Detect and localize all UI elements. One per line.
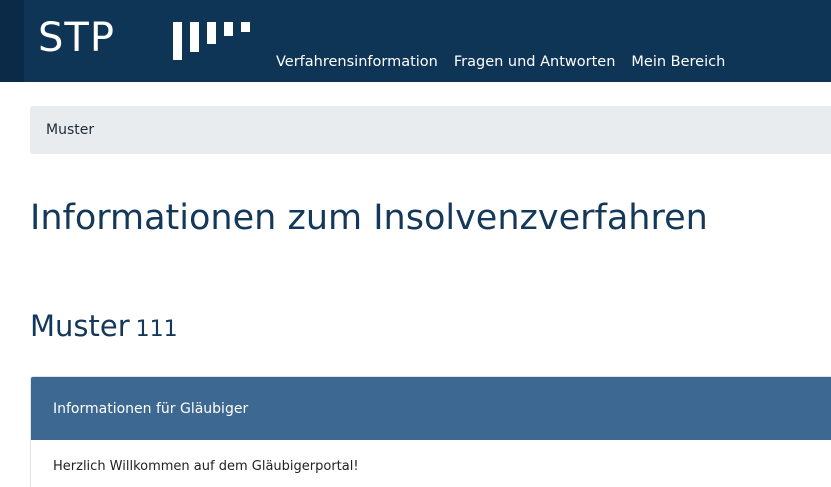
header-edge-decoration	[0, 0, 24, 82]
nav-item-mein-bereich[interactable]: Mein Bereich	[631, 52, 725, 74]
case-heading: Muster 111	[30, 307, 178, 349]
case-number: 111	[135, 317, 178, 342]
card-welcome-text: Herzlich Willkommen auf dem Gläubigerpor…	[53, 459, 359, 474]
case-name: Muster	[30, 309, 130, 343]
creditor-info-card: Informationen für Gläubiger Herzlich Wil…	[30, 376, 831, 487]
main-navigation: Verfahrensinformation Fragen und Antwort…	[276, 52, 741, 74]
page-title: Informationen zum Insolvenzverfahren	[30, 198, 708, 238]
stp-logo[interactable]: STP	[38, 16, 253, 62]
page: STP Verfahrensinformation Fragen und Ant…	[0, 0, 831, 487]
card-header-title: Informationen für Gläubiger	[53, 401, 249, 417]
logo-wordmark: STP	[38, 15, 115, 61]
nav-item-fragen-und-antworten[interactable]: Fragen und Antworten	[454, 52, 616, 74]
card-header: Informationen für Gläubiger	[31, 377, 831, 440]
nav-item-verfahrensinformation[interactable]: Verfahrensinformation	[276, 52, 438, 74]
breadcrumb-item-muster[interactable]: Muster	[46, 121, 94, 139]
top-navigation-bar: STP Verfahrensinformation Fragen und Ant…	[0, 0, 831, 82]
breadcrumb: Muster	[30, 106, 831, 154]
logo-bars-icon	[173, 22, 250, 60]
